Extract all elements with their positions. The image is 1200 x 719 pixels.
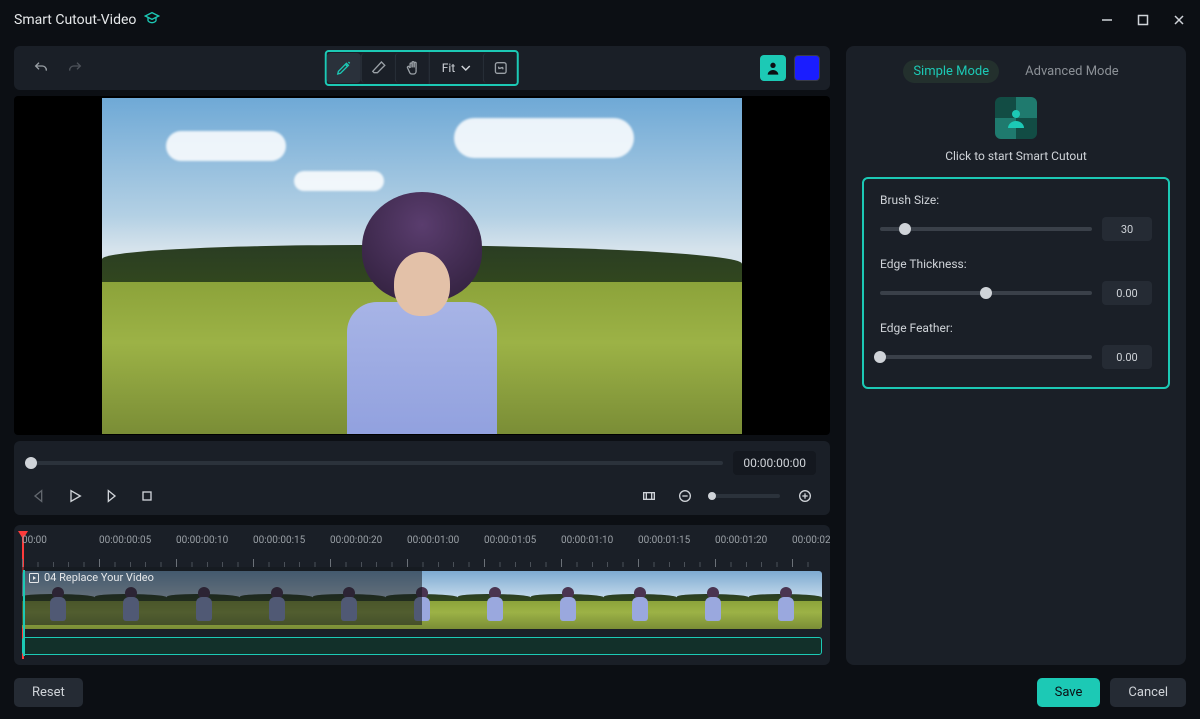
transport-bar: 00:00:00:00 — [14, 441, 830, 515]
mask-color-swatch[interactable] — [794, 55, 820, 81]
ruler-tick-label: 00:00:01:20 — [715, 535, 767, 546]
zoom-fit-select[interactable]: Fit — [429, 52, 483, 84]
ruler-tick-label: 00:00:00:05 — [99, 535, 151, 546]
ruler-tick: 00:00:00:15 — [253, 535, 330, 567]
zoom-out-button[interactable] — [674, 485, 696, 507]
edge-feather-slider[interactable] — [880, 355, 1092, 359]
ruler-tick-label: 00:00 — [22, 535, 47, 546]
clip-thumbnail — [458, 571, 531, 629]
zoom-fit-label: Fit — [442, 61, 455, 75]
maximize-button[interactable] — [1136, 11, 1150, 30]
edge-thickness-value[interactable]: 0.00 — [1102, 281, 1152, 305]
cutout-track[interactable] — [22, 637, 822, 655]
save-button[interactable]: Save — [1037, 678, 1101, 707]
ruler-tick: 00:00:01:05 — [484, 535, 561, 567]
preview-toolbar: Fit — [14, 46, 830, 90]
brush-size-label: Brush Size: — [880, 193, 1152, 207]
clip-thumbnail — [531, 571, 604, 629]
redo-button[interactable] — [58, 53, 92, 83]
ruler-tick-label: 00:00:01:05 — [484, 535, 536, 546]
tab-simple-mode[interactable]: Simple Mode — [903, 60, 999, 83]
ruler-tick-label: 00:00:01:15 — [638, 535, 690, 546]
edge-thickness-slider[interactable] — [880, 291, 1092, 295]
ruler-tick: 00:00:01:20 — [715, 535, 792, 567]
tool-group: Fit — [325, 50, 519, 86]
zoom-in-button[interactable] — [794, 485, 816, 507]
ruler-tick: 00:00:01:10 — [561, 535, 638, 567]
toggle-view-button[interactable] — [483, 53, 517, 83]
prev-frame-button[interactable] — [28, 485, 50, 507]
ruler-tick-label: 00:00:01:10 — [561, 535, 613, 546]
edge-feather-value[interactable]: 0.00 — [1102, 345, 1152, 369]
timecode-display: 00:00:00:00 — [733, 451, 816, 475]
edge-feather-label: Edge Feather: — [880, 321, 1152, 335]
hand-tool[interactable] — [395, 53, 429, 83]
ruler-tick: 00:00:01:15 — [638, 535, 715, 567]
clip-label-overlay: 04 Replace Your Video — [22, 567, 422, 625]
ruler-tick-label: 00:00:00:10 — [176, 535, 228, 546]
ruler-tick: 00:00:00:10 — [176, 535, 253, 567]
ruler-tick: 00:00 — [22, 535, 99, 567]
ruler-tick-label: 00:00:00:20 — [330, 535, 382, 546]
start-cutout-box: Click to start Smart Cutout — [862, 97, 1170, 163]
zoom-slider[interactable] — [710, 494, 780, 498]
mask-preview-controls — [760, 55, 820, 81]
next-frame-button[interactable] — [100, 485, 122, 507]
edge-thickness-label: Edge Thickness: — [880, 257, 1152, 271]
scrub-row: 00:00:00:00 — [28, 451, 816, 475]
start-cutout-text: Click to start Smart Cutout — [945, 149, 1087, 163]
footer: Reset Save Cancel — [0, 665, 1200, 719]
cancel-button[interactable]: Cancel — [1110, 678, 1186, 707]
reset-button[interactable]: Reset — [14, 678, 83, 707]
clip-label-text: 04 Replace Your Video — [44, 571, 154, 584]
video-preview[interactable] — [14, 96, 830, 435]
ruler-tick-label: 00:00:01:00 — [407, 535, 459, 546]
parameters-panel: Brush Size: 30 Edge Thickness: 0.00 Edge… — [862, 177, 1170, 389]
clip-thumbnail — [749, 571, 822, 629]
window-title-text: Smart Cutout-Video — [14, 12, 136, 28]
window-controls — [1100, 11, 1186, 30]
tab-advanced-mode[interactable]: Advanced Mode — [1015, 60, 1129, 83]
ruler-tick: 00:00:00:20 — [330, 535, 407, 567]
window-title: Smart Cutout-Video — [14, 10, 160, 30]
ruler-tick: 00:00:01:00 — [407, 535, 484, 567]
stop-button[interactable] — [136, 485, 158, 507]
ruler-tick: 00:00:00:05 — [99, 535, 176, 567]
scrub-track[interactable] — [28, 461, 723, 465]
scrub-thumb[interactable] — [25, 457, 37, 469]
chevron-down-icon — [461, 63, 471, 73]
brush-size-slider[interactable] — [880, 227, 1092, 231]
ruler-tick-label: 00:00:02: — [792, 535, 830, 546]
mask-subject-button[interactable] — [760, 55, 786, 81]
minimize-button[interactable] — [1100, 11, 1114, 30]
preview-frame — [102, 98, 742, 434]
eraser-tool[interactable] — [361, 53, 395, 83]
ruler-tick: 00:00:02: — [792, 535, 830, 567]
person-icon — [1004, 106, 1028, 130]
time-ruler[interactable]: 00:00 00:00:00:05 00:00:00:10 00:00:00:15 00… — [22, 535, 822, 567]
ruler-tick-label: 00:00:00:15 — [253, 535, 305, 546]
brush-size-value[interactable]: 30 — [1102, 217, 1152, 241]
aspect-button[interactable] — [638, 485, 660, 507]
academic-cap-icon[interactable] — [144, 10, 160, 30]
mode-tabs: Simple Mode Advanced Mode — [862, 60, 1170, 83]
side-panel: Simple Mode Advanced Mode Click to start… — [846, 46, 1186, 665]
undo-button[interactable] — [24, 53, 58, 83]
clip-play-icon — [28, 572, 40, 584]
start-cutout-button[interactable] — [995, 97, 1037, 139]
timeline[interactable]: 00:00 00:00:00:05 00:00:00:10 00:00:00:15 00… — [14, 525, 830, 665]
titlebar: Smart Cutout-Video — [0, 0, 1200, 40]
clip-thumbnail — [604, 571, 677, 629]
play-button[interactable] — [64, 485, 86, 507]
clip-thumbnail — [677, 571, 750, 629]
smart-brush-tool[interactable] — [327, 53, 361, 83]
close-button[interactable] — [1172, 11, 1186, 30]
